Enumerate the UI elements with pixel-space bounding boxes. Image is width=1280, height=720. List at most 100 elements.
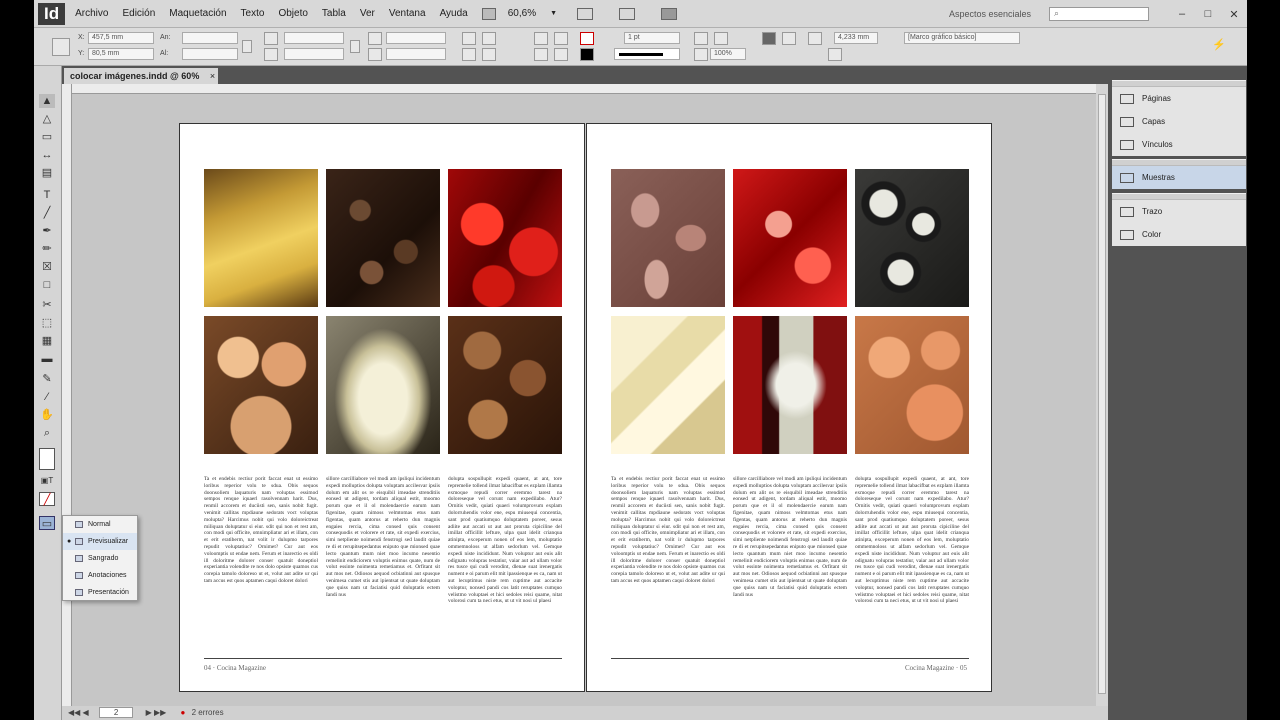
type-tool-icon[interactable]: T	[39, 188, 55, 202]
photo-peppers-garlic[interactable]	[733, 316, 847, 454]
zoom-tool-icon[interactable]: ⌕	[39, 426, 55, 440]
gradient-tool-icon[interactable]: ▦	[39, 334, 55, 348]
direct-selection-tool-icon[interactable]: △	[39, 112, 55, 126]
object-style-select[interactable]: [Marco gráfico básico]	[904, 32, 1020, 44]
minimize-button[interactable]: –	[1169, 8, 1195, 20]
document-tab[interactable]: colocar imágenes.indd @ 60% ×	[64, 68, 218, 84]
view-options-icon[interactable]	[577, 7, 594, 20]
first-page-icon[interactable]: ◀◀ ◀	[68, 708, 89, 717]
scale-y-field[interactable]	[284, 48, 344, 60]
menu-objeto[interactable]: Objeto	[278, 8, 307, 19]
photo-eggs[interactable]	[855, 316, 969, 454]
screen-mode-icon[interactable]	[619, 7, 636, 20]
rotate-cw-icon[interactable]	[462, 32, 476, 45]
reference-point-icon[interactable]	[52, 38, 70, 56]
line-tool-icon[interactable]: ╱	[39, 206, 55, 220]
apply-none-icon[interactable]: ╱	[39, 492, 55, 506]
bridge-icon[interactable]	[481, 7, 496, 20]
scale-x-icon[interactable]	[264, 32, 278, 45]
chevron-down-icon[interactable]: ▼	[550, 10, 557, 17]
photo-spaghetti[interactable]	[204, 169, 318, 307]
next-page-icon[interactable]: ▶ ▶▶	[146, 708, 167, 717]
left-page[interactable]: Ta et endebis rectiur porit faccat enat …	[179, 123, 585, 692]
shear-field[interactable]	[386, 48, 446, 60]
eyedropper-tool-icon[interactable]: ⁄	[39, 390, 55, 404]
menu-texto[interactable]: Texto	[241, 8, 265, 19]
shear-icon[interactable]	[368, 48, 382, 61]
constrain-scale-icon[interactable]	[350, 40, 360, 53]
stroke-swatch-icon[interactable]	[580, 48, 594, 61]
corner-shape-icon[interactable]	[828, 48, 842, 61]
panel-color[interactable]: Color	[1112, 223, 1246, 246]
photo-onions[interactable]	[204, 316, 318, 454]
opacity-field[interactable]: 100%	[710, 48, 746, 60]
photo-red-peppers[interactable]	[448, 169, 562, 307]
page-tool-icon[interactable]: ▭	[39, 130, 55, 144]
constrain-proportions-icon[interactable]	[242, 40, 252, 53]
pen-tool-icon[interactable]: ✒	[39, 224, 55, 238]
search-input[interactable]: ⌕	[1049, 7, 1149, 21]
drop-shadow-icon[interactable]	[694, 32, 708, 45]
menu-ver[interactable]: Ver	[360, 8, 375, 19]
text-wrap-box-icon[interactable]	[782, 32, 796, 45]
menu-ayuda[interactable]: Ayuda	[440, 8, 468, 19]
flip-vertical-icon[interactable]	[482, 48, 496, 61]
screen-mode-button-icon[interactable]: ▭	[39, 516, 55, 530]
vertical-scrollbar[interactable]	[1096, 84, 1108, 706]
fill-stroke-icon[interactable]	[39, 448, 55, 470]
menu-item-normal[interactable]: Normal	[63, 516, 137, 533]
arrange-documents-icon[interactable]	[661, 7, 678, 20]
select-container-icon[interactable]	[534, 32, 548, 45]
vertical-ruler[interactable]	[62, 84, 72, 706]
maximize-button[interactable]: □	[1195, 8, 1221, 20]
zoom-select[interactable]: 60,6%	[508, 8, 536, 19]
menu-ventana[interactable]: Ventana	[389, 8, 426, 19]
y-field[interactable]: 80,5 mm	[88, 48, 154, 60]
text-wrap-none-icon[interactable]	[762, 32, 776, 45]
scissors-tool-icon[interactable]: ✂	[39, 298, 55, 312]
pasteboard[interactable]: Ta et endebis rectiur porit faccat enat …	[62, 84, 1108, 706]
menu-item-previsualizar[interactable]: ● Previsualizar	[63, 533, 137, 550]
stroke-weight-field[interactable]: 1 pt	[624, 32, 680, 44]
note-tool-icon[interactable]: ✎	[39, 372, 55, 386]
text-column-6[interactable]: dolupta sospullupit expedi quaent, at an…	[855, 476, 969, 636]
select-previous-icon[interactable]	[534, 48, 548, 61]
lightning-icon[interactable]: ⚡	[1212, 38, 1226, 51]
preflight-status[interactable]: 2 errores	[192, 708, 224, 717]
rotate-field[interactable]	[386, 32, 446, 44]
select-content-icon[interactable]	[554, 32, 568, 45]
opacity-icon[interactable]	[694, 48, 708, 61]
rectangle-tool-icon[interactable]: □	[39, 278, 55, 292]
close-tab-icon[interactable]: ×	[210, 71, 215, 81]
gradient-feather-tool-icon[interactable]: ▬	[39, 352, 55, 366]
gap-tool-icon[interactable]: ↔	[39, 148, 55, 162]
right-page[interactable]: Ta et endebis rectiur porit faccat enat …	[586, 123, 992, 692]
scale-y-icon[interactable]	[264, 48, 278, 61]
rotate-ccw-icon[interactable]	[482, 32, 496, 45]
workspace-switcher[interactable]: Aspectos esenciales	[949, 9, 1031, 19]
fill-swatch-icon[interactable]	[580, 32, 594, 45]
scale-x-field[interactable]	[284, 32, 344, 44]
menu-edicion[interactable]: Edición	[122, 8, 155, 19]
text-column-4[interactable]: Ta et endebis rectiur porit faccat enat …	[611, 476, 725, 636]
photo-garlic[interactable]	[326, 316, 440, 454]
panel-trazo[interactable]: Trazo	[1112, 200, 1246, 223]
panel-vinculos[interactable]: Vínculos	[1112, 133, 1246, 156]
content-collector-icon[interactable]: ▤	[39, 166, 55, 180]
menu-item-anotaciones[interactable]: Anotaciones	[63, 567, 137, 584]
text-column-5[interactable]: sillore carcilliabore vel modi am ipsliq…	[733, 476, 847, 636]
photo-cheese[interactable]	[611, 316, 725, 454]
photo-hazelnuts[interactable]	[448, 316, 562, 454]
effects-icon[interactable]	[714, 32, 728, 45]
width-field[interactable]	[182, 32, 238, 44]
horizontal-ruler[interactable]	[62, 84, 1108, 94]
panel-paginas[interactable]: Páginas	[1112, 87, 1246, 110]
pencil-tool-icon[interactable]: ✏	[39, 242, 55, 256]
flip-horizontal-icon[interactable]	[462, 48, 476, 61]
menu-maquetacion[interactable]: Maquetación	[169, 8, 226, 19]
stroke-type-select[interactable]	[614, 48, 680, 60]
photo-beans[interactable]	[611, 169, 725, 307]
menu-archivo[interactable]: Archivo	[75, 8, 108, 19]
free-transform-tool-icon[interactable]: ⬚	[39, 316, 55, 330]
menu-item-presentacion[interactable]: Presentación	[63, 584, 137, 601]
